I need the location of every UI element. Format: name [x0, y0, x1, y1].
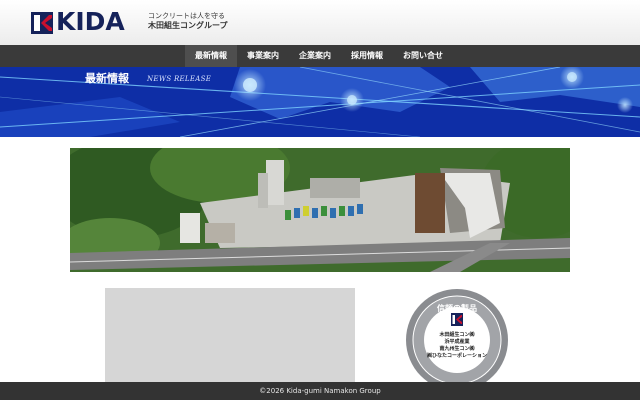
seal-top-text: 信頼の製品	[437, 304, 477, 313]
kida-logo-text[interactable]: KIDA	[56, 7, 125, 37]
reliable-product-seal[interactable]: 信頼の製品 木田組生コン㈱ 浜平成産業 南九州生コン㈱ ㈱ひなたコーポレーション	[405, 288, 509, 392]
header-tagline: コンクリートは人を守る	[148, 12, 225, 20]
header-group-name: 木田組生コングループ	[148, 21, 228, 30]
nav-item-company[interactable]: 企業案内	[289, 45, 341, 67]
copyright-text: ©2026 Kida-gumi Namakon Group	[259, 387, 381, 395]
main-navigation: 最新情報 事業案内 企業案内 採用情報 お問い合せ	[0, 45, 640, 67]
content-placeholder-box	[105, 288, 355, 384]
site-footer: ©2026 Kida-gumi Namakon Group	[0, 382, 640, 400]
hero-subtitle: NEWS RELEASE	[147, 75, 212, 83]
seal-company-4b: レーション	[462, 353, 487, 359]
nav-item-news[interactable]: 最新情報	[185, 45, 237, 67]
seal-company-2: 浜平成産業	[444, 339, 470, 345]
aerial-plant-photo	[70, 148, 570, 272]
seal-company-1: 木田組生コン㈱	[439, 332, 475, 338]
kida-logo-mark-icon[interactable]	[31, 12, 53, 38]
nav-item-contact[interactable]: お問い合せ	[393, 45, 453, 67]
seal-company-4a: ㈱ひなたコーポ	[427, 353, 463, 359]
hero-banner: 最新情報 NEWS RELEASE	[0, 67, 640, 137]
nav-item-recruit[interactable]: 採用情報	[341, 45, 393, 67]
seal-company-3: 南九州生コン㈱	[439, 346, 475, 352]
hero-title: 最新情報	[85, 72, 129, 85]
nav-item-business[interactable]: 事業案内	[237, 45, 289, 67]
seal-company-4: ㈱ひなたコーポレーション	[425, 353, 489, 359]
site-header: KIDA コンクリートは人を守る 木田組生コングループ	[0, 0, 640, 45]
